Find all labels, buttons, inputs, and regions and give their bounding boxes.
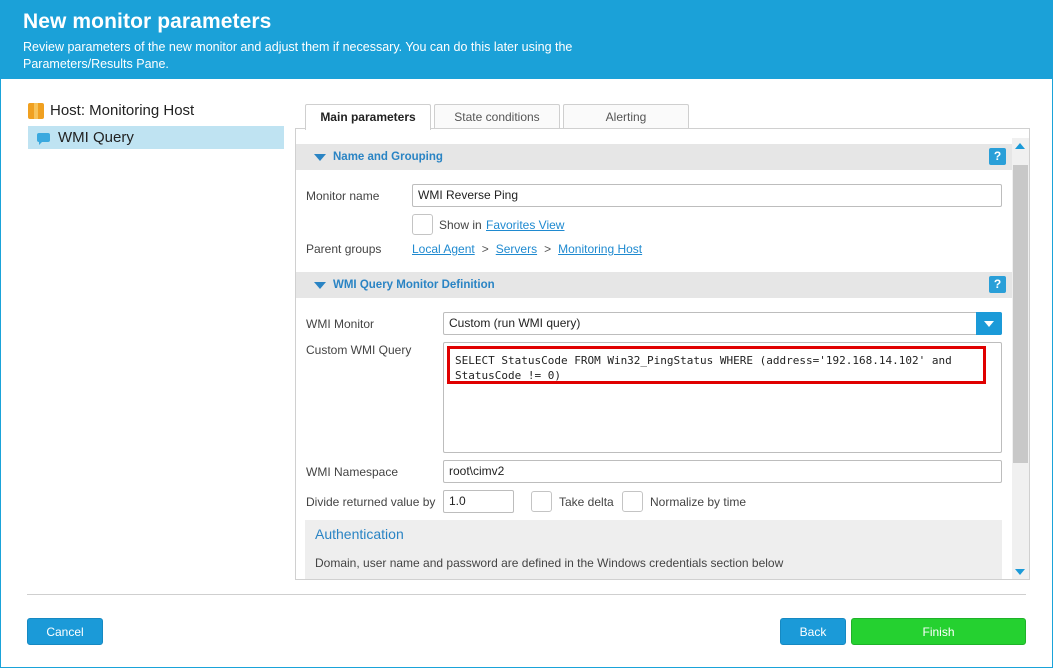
tab-main-parameters[interactable]: Main parameters [305,104,431,130]
back-button[interactable]: Back [780,618,846,645]
scroll-down-arrow-icon[interactable] [1012,563,1029,579]
show-in-label: Show in [439,218,482,232]
tree-item-host-label: Host: Monitoring Host [50,102,195,119]
custom-wmi-query-label: Custom WMI Query [306,343,412,357]
dropdown-arrow-icon[interactable] [976,312,1002,335]
tree-item-wmi-query[interactable]: WMI Query [28,126,284,149]
dialog-header: New monitor parameters Review parameters… [0,0,1053,79]
help-icon[interactable]: ? [989,276,1006,293]
wmi-namespace-input[interactable]: root\cimv2 [443,460,1002,483]
parent-groups-breadcrumb: Local Agent > Servers > Monitoring Host [412,242,642,256]
main-parameters-panel: Name and Grouping ? Monitor name WMI Rev… [295,128,1030,580]
footer-divider [27,594,1026,595]
collapse-triangle-icon [314,154,326,161]
monitor-name-input[interactable]: WMI Reverse Ping [412,184,1002,207]
cancel-button[interactable]: Cancel [27,618,103,645]
parent-group-monitoring-host-link[interactable]: Monitoring Host [558,242,642,256]
section-wmi-query-definition-title: WMI Query Monitor Definition [333,279,495,291]
show-in-favorites-checkbox[interactable] [412,214,433,235]
help-icon[interactable]: ? [989,148,1006,165]
divide-by-input[interactable]: 1.0 [443,490,514,513]
wmi-monitor-label: WMI Monitor [306,317,375,331]
parent-groups-label: Parent groups [306,242,382,256]
section-name-and-grouping[interactable]: Name and Grouping ? [296,144,1012,170]
scrollbar-thumb[interactable] [1013,165,1028,463]
monitor-message-icon [36,130,52,146]
authentication-section: Authentication Domain, user name and pas… [305,520,1002,579]
tab-alerting[interactable]: Alerting [563,104,689,129]
panel-scrollbar[interactable] [1012,138,1029,579]
wmi-namespace-label: WMI Namespace [306,465,399,479]
normalize-by-time-checkbox[interactable] [622,491,643,512]
custom-wmi-query-text: SELECT StatusCode FROM Win32_PingStatus … [447,346,986,384]
authentication-title: Authentication [315,526,404,542]
dialog-subtitle: Review parameters of the new monitor and… [23,40,573,71]
authentication-description: Domain, user name and password are defin… [315,556,784,570]
take-delta-label: Take delta [559,495,614,509]
finish-button[interactable]: Finish [851,618,1026,645]
monitor-tree: Host: Monitoring Host WMI Query [28,99,284,149]
section-wmi-query-definition[interactable]: WMI Query Monitor Definition ? [296,272,1012,298]
custom-wmi-query-textarea[interactable]: SELECT StatusCode FROM Win32_PingStatus … [443,342,1002,453]
section-name-and-grouping-title: Name and Grouping [333,151,443,163]
scroll-up-arrow-icon[interactable] [1012,138,1029,155]
tab-state-conditions[interactable]: State conditions [434,104,560,129]
wmi-monitor-selected-value: Custom (run WMI query) [449,316,581,330]
tree-item-host[interactable]: Host: Monitoring Host [28,99,284,122]
favorites-view-link[interactable]: Favorites View [486,218,564,232]
wmi-monitor-select[interactable]: Custom (run WMI query) [443,312,1002,335]
host-box-icon [28,102,44,119]
tree-item-wmi-query-label: WMI Query [58,129,134,146]
take-delta-checkbox[interactable] [531,491,552,512]
divide-by-label: Divide returned value by [306,495,436,509]
tab-strip: Main parameters State conditions Alertin… [305,104,692,130]
breadcrumb-separator: > [544,242,552,256]
parent-group-servers-link[interactable]: Servers [496,242,537,256]
breadcrumb-separator: > [481,242,489,256]
monitor-name-label: Monitor name [306,189,380,203]
dialog-title: New monitor parameters [23,10,272,33]
collapse-triangle-icon [314,282,326,289]
parent-group-local-agent-link[interactable]: Local Agent [412,242,475,256]
normalize-by-time-label: Normalize by time [650,495,747,509]
